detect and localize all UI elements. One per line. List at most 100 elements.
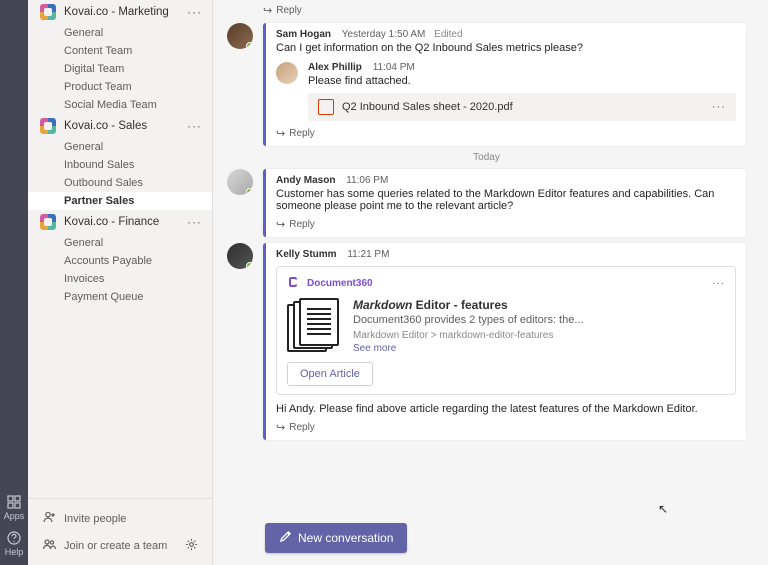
card-more-icon[interactable]: ··· — [712, 278, 725, 289]
channel-item[interactable]: Digital Team — [64, 60, 212, 78]
team-header[interactable]: Kovai.co - Marketing ··· — [28, 0, 212, 24]
file-attachment[interactable]: Q2 Inbound Sales sheet - 2020.pdf ··· — [308, 93, 736, 121]
channel-item[interactable]: Accounts Payable — [64, 252, 212, 270]
reply-time: 11:04 PM — [373, 62, 415, 73]
channel-item[interactable]: General — [64, 24, 212, 42]
reply-label: Reply — [289, 422, 315, 433]
channel-item[interactable]: Payment Queue — [64, 288, 212, 306]
card-body: Markdown Editor - features Document360 p… — [287, 298, 725, 354]
team-marketing: Kovai.co - Marketing ··· General Content… — [28, 0, 212, 114]
presence-available-icon — [246, 262, 253, 269]
team-name: Kovai.co - Finance — [64, 216, 187, 228]
card-description: Document360 provides 2 types of editors:… — [353, 314, 725, 326]
team-more-icon[interactable]: ··· — [187, 5, 202, 19]
reply-label: Reply — [276, 5, 302, 16]
post-time: 11:21 PM — [347, 249, 389, 260]
team-header[interactable]: Kovai.co - Sales ··· — [28, 114, 212, 138]
see-more-link[interactable]: See more — [353, 343, 725, 354]
apprail-apps[interactable]: Apps — [4, 495, 25, 521]
open-article-button[interactable]: Open Article — [287, 362, 373, 386]
team-more-icon[interactable]: ··· — [187, 119, 202, 133]
channel-item[interactable]: Invoices — [64, 270, 212, 288]
compose-bar: New conversation — [213, 513, 768, 565]
compose-icon — [279, 530, 292, 546]
channel-item[interactable]: Social Media Team — [64, 96, 212, 114]
card-header: Document360 ··· — [287, 275, 725, 292]
post-text: Hi Andy. Please find above article regar… — [276, 403, 736, 415]
presence-available-icon — [246, 188, 253, 195]
app-logo-icon — [287, 275, 301, 292]
post-author: Sam Hogan — [276, 29, 331, 40]
reply-arrow-icon: ↪ — [276, 127, 285, 140]
new-conversation-button[interactable]: New conversation — [265, 523, 407, 553]
card-content: Markdown Editor - features Document360 p… — [353, 298, 725, 354]
team-icon — [40, 214, 56, 230]
channels: General Content Team Digital Team Produc… — [28, 24, 212, 114]
reply-link[interactable]: ↪ Reply — [263, 4, 746, 17]
post-body: Kelly Stumm 11:21 PM Document360 ··· — [263, 243, 746, 440]
join-create-team[interactable]: Join or create a team — [28, 532, 212, 559]
gear-icon[interactable] — [185, 538, 198, 554]
reply-meta: Alex Phillip 11:04 PM — [308, 62, 736, 73]
card-title: Markdown Editor - features — [353, 298, 725, 312]
people-icon — [42, 537, 56, 554]
avatar[interactable] — [227, 23, 253, 49]
pdf-file-icon — [318, 99, 334, 115]
team-icon — [40, 118, 56, 134]
apprail-help-label: Help — [5, 547, 24, 557]
team-more-icon[interactable]: ··· — [187, 215, 202, 229]
apprail-apps-label: Apps — [4, 511, 25, 521]
post: Sam Hogan Yesterday 1:50 AM Edited Can I… — [227, 23, 746, 146]
avatar[interactable] — [276, 62, 298, 84]
apprail-help[interactable]: Help — [5, 531, 24, 557]
post-meta: Kelly Stumm 11:21 PM — [276, 249, 736, 260]
team-name: Kovai.co - Marketing — [64, 6, 187, 18]
channel-item[interactable]: Content Team — [64, 42, 212, 60]
reply-link[interactable]: ↪ Reply — [276, 127, 736, 140]
app-rail: Apps Help — [0, 0, 28, 565]
card-breadcrumb: Markdown Editor > markdown-editor-featur… — [353, 330, 725, 341]
post-time: Yesterday 1:50 AM — [342, 29, 426, 40]
avatar[interactable] — [227, 243, 253, 269]
sidebar: Kovai.co - Marketing ··· General Content… — [28, 0, 213, 565]
post-edited: Edited — [434, 29, 462, 40]
file-name: Q2 Inbound Sales sheet - 2020.pdf — [342, 101, 712, 113]
post-text: Can I get information on the Q2 Inbound … — [276, 42, 736, 54]
reply-text: Please find attached. — [308, 75, 736, 87]
channels: General Accounts Payable Invoices Paymen… — [28, 234, 212, 306]
reply-label: Reply — [289, 219, 315, 230]
main: ↪ Reply Sam Hogan Yesterday 1:50 AM Edit… — [213, 0, 768, 565]
post-time: 11:06 PM — [346, 175, 388, 186]
invite-label: Invite people — [64, 513, 126, 525]
reply-label: Reply — [289, 128, 315, 139]
channel-item[interactable]: Outbound Sales — [64, 174, 212, 192]
reply-author: Alex Phillip — [308, 62, 362, 73]
post-body: Sam Hogan Yesterday 1:50 AM Edited Can I… — [263, 23, 746, 146]
post-text: Customer has some queries related to the… — [276, 188, 736, 212]
channel-item[interactable]: General — [64, 234, 212, 252]
channel-item[interactable]: Inbound Sales — [64, 156, 212, 174]
reply-link[interactable]: ↪ Reply — [276, 421, 736, 434]
channel-item[interactable]: Product Team — [64, 78, 212, 96]
invite-people[interactable]: Invite people — [28, 505, 212, 532]
team-sales: Kovai.co - Sales ··· General Inbound Sal… — [28, 114, 212, 210]
post: Andy Mason 11:06 PM Customer has some qu… — [227, 169, 746, 237]
reply-link[interactable]: ↪ Reply — [276, 218, 736, 231]
post-meta: Andy Mason 11:06 PM — [276, 175, 736, 186]
teams-list: Kovai.co - Marketing ··· General Content… — [28, 0, 212, 498]
reply-arrow-icon: ↪ — [276, 218, 285, 231]
document-stack-icon — [287, 298, 343, 354]
reply-arrow-icon: ↪ — [276, 421, 285, 434]
adaptive-card: Document360 ··· Markdown Editor - featur… — [276, 266, 736, 395]
team-header[interactable]: Kovai.co - Finance ··· — [28, 210, 212, 234]
date-separator: Today — [227, 152, 746, 163]
reply-arrow-icon: ↪ — [263, 4, 272, 17]
channel-item[interactable]: General — [64, 138, 212, 156]
channels: General Inbound Sales Outbound Sales Par… — [28, 138, 212, 210]
team-finance: Kovai.co - Finance ··· General Accounts … — [28, 210, 212, 306]
sidebar-bottom: Invite people Join or create a team — [28, 498, 212, 565]
attachment-more-icon[interactable]: ··· — [712, 101, 726, 113]
avatar[interactable] — [227, 169, 253, 195]
channel-item-active[interactable]: Partner Sales — [28, 192, 212, 210]
card-app-name: Document360 — [307, 278, 373, 289]
